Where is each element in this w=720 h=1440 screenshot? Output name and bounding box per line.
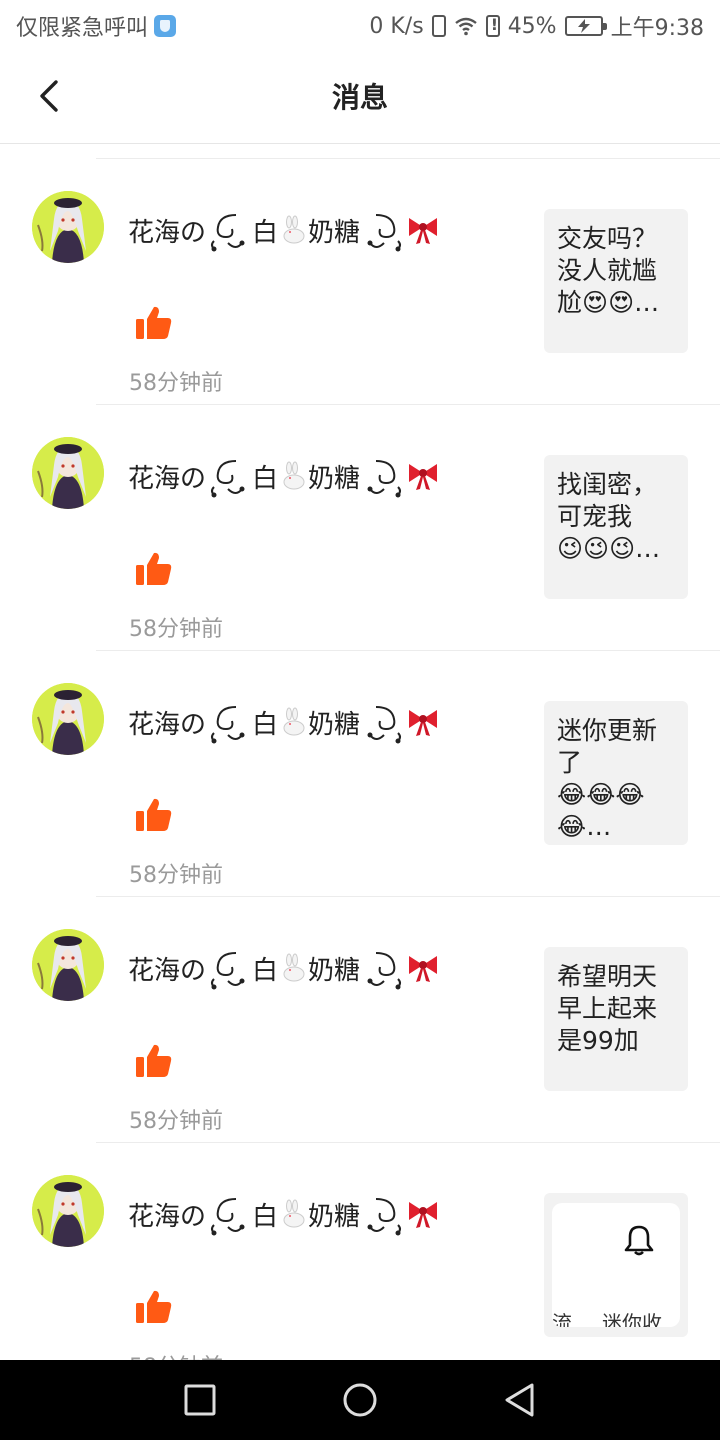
message-preview[interactable]: 流 迷你收 <box>544 1193 688 1337</box>
ribbon-bow-icon <box>409 1202 438 1228</box>
timestamp: 58分钟前 <box>129 1109 223 1134</box>
clock: 上午9:38 <box>610 16 704 41</box>
username: 花海の 白 奶糖 <box>128 699 440 745</box>
thumbs-up-icon <box>136 306 172 339</box>
status-left: 仅限紧急呼叫 <box>16 10 177 42</box>
username-part: 奶糖 <box>308 955 361 986</box>
timestamp: 58分钟前 <box>129 1349 223 1360</box>
thumbs-up-icon <box>136 1044 172 1077</box>
timestamp: 58分钟前 <box>129 371 223 396</box>
avatar[interactable] <box>32 1175 104 1247</box>
swirl-icon <box>211 460 245 498</box>
username-part: 花海の <box>128 217 207 248</box>
battery-icon <box>564 16 607 36</box>
thumbs-up-icon <box>136 552 172 585</box>
network-speed: 0 K/s <box>369 13 424 39</box>
preview-text: 迷你更新了 <box>557 716 658 777</box>
username-part: 奶糖 <box>308 1201 361 1232</box>
bell-icon <box>624 1225 654 1256</box>
ribbon-bow-icon <box>409 218 438 244</box>
header-bar: 消息 <box>0 50 720 144</box>
avatar[interactable] <box>32 437 104 509</box>
thumbs-up-icon <box>136 798 172 831</box>
wifi-icon <box>454 16 478 36</box>
status-bar: 仅限紧急呼叫 0 K/s 45% 上午9:38 <box>0 0 720 50</box>
status-right: 0 K/s 45% 上午9:38 <box>369 10 704 42</box>
rabbit-icon <box>283 461 305 490</box>
username-part: 花海の <box>128 709 207 740</box>
message-preview[interactable]: 希望明天早上起来是99加 <box>544 947 688 1091</box>
vibrate-icon <box>431 15 446 37</box>
swirl-icon <box>367 460 402 498</box>
thumbnail-text-left: 流 <box>552 1311 572 1327</box>
username-part: 花海の <box>128 463 207 494</box>
username-part: 花海の <box>128 1201 207 1232</box>
message-preview[interactable]: 交友吗？没人就尴尬😍😍… <box>544 209 688 353</box>
username-part: 奶糖 <box>308 217 361 248</box>
swirl-icon <box>211 706 245 744</box>
swirl-icon <box>211 952 245 990</box>
preview-text: 找闺密，可宠我 <box>557 470 658 531</box>
circle-icon <box>343 1383 377 1417</box>
page-title: 消息 <box>331 81 388 114</box>
username-part: 花海の <box>128 955 207 986</box>
carrier-text: 仅限紧急呼叫 <box>16 16 149 41</box>
username-part: 白 <box>252 955 279 986</box>
shield-icon <box>154 15 177 37</box>
thumbnail-text-right: 迷你收 <box>602 1311 662 1327</box>
square-icon <box>184 1384 216 1416</box>
system-back-button[interactable] <box>502 1382 538 1418</box>
list-item[interactable]: 花海の 白 奶糖 58分钟前 迷你更新了😂😂😂😂… <box>0 651 720 897</box>
message-preview[interactable]: 找闺密，可宠我 😉😉😉… <box>544 455 688 599</box>
avatar[interactable] <box>32 929 104 1001</box>
timestamp: 58分钟前 <box>129 863 223 888</box>
swirl-icon <box>367 952 402 990</box>
preview-emoji: 😍😍… <box>582 288 660 317</box>
preview-emoji: 😂😂😂😂… <box>557 780 645 841</box>
triangle-back-icon <box>505 1383 534 1417</box>
username-part: 奶糖 <box>308 709 361 740</box>
username-part: 白 <box>252 217 279 248</box>
thumbnail-text: 流 迷你收 <box>552 1307 680 1327</box>
username: 花海の 白 奶糖 <box>128 945 440 991</box>
message-list[interactable]: 花海の 白 奶糖 58分钟前 交友吗？没人就尴尬😍😍… 花海の 白 奶糖 58分… <box>0 144 720 1360</box>
ribbon-bow-icon <box>409 956 438 982</box>
list-item[interactable]: 花海の 白 奶糖 58分钟前 找闺密，可宠我 😉😉😉… <box>0 405 720 651</box>
ribbon-bow-icon <box>409 464 438 490</box>
username: 花海の 白 奶糖 <box>128 453 440 499</box>
battery-warning-icon <box>485 15 500 37</box>
ribbon-bow-icon <box>409 710 438 736</box>
username: 花海の 白 奶糖 <box>128 1191 440 1237</box>
avatar[interactable] <box>32 191 104 263</box>
preview-text: 希望明天早上起来是99加 <box>557 962 658 1055</box>
swirl-icon <box>367 214 402 252</box>
swirl-icon <box>211 214 245 252</box>
thumbs-up-icon <box>136 1290 172 1323</box>
recent-apps-button[interactable] <box>182 1382 218 1418</box>
username-part: 白 <box>252 463 279 494</box>
username-part: 白 <box>252 1201 279 1232</box>
username-part: 奶糖 <box>308 463 361 494</box>
list-item[interactable]: 花海の 白 奶糖 58分钟前 流 迷你收 <box>0 1143 720 1360</box>
list-item[interactable]: 花海の 白 奶糖 58分钟前 交友吗？没人就尴尬😍😍… <box>0 159 720 405</box>
username: 花海の 白 奶糖 <box>128 207 440 253</box>
rabbit-icon <box>283 953 305 982</box>
swirl-icon <box>211 1198 245 1236</box>
swirl-icon <box>367 706 402 744</box>
username-part: 白 <box>252 709 279 740</box>
rabbit-icon <box>283 707 305 736</box>
home-button[interactable] <box>342 1382 378 1418</box>
avatar[interactable] <box>32 683 104 755</box>
rabbit-icon <box>283 215 305 244</box>
timestamp: 58分钟前 <box>129 617 223 642</box>
battery-level: 45% <box>507 13 557 39</box>
message-preview[interactable]: 迷你更新了😂😂😂😂… <box>544 701 688 845</box>
rabbit-icon <box>283 1199 305 1228</box>
preview-thumbnail: 流 迷你收 <box>552 1203 680 1327</box>
list-item[interactable]: 花海の 白 奶糖 58分钟前 希望明天早上起来是99加 <box>0 897 720 1143</box>
swirl-icon <box>367 1198 402 1236</box>
system-nav-bar <box>0 1360 720 1440</box>
preview-emoji: 😉😉😉… <box>557 534 661 563</box>
